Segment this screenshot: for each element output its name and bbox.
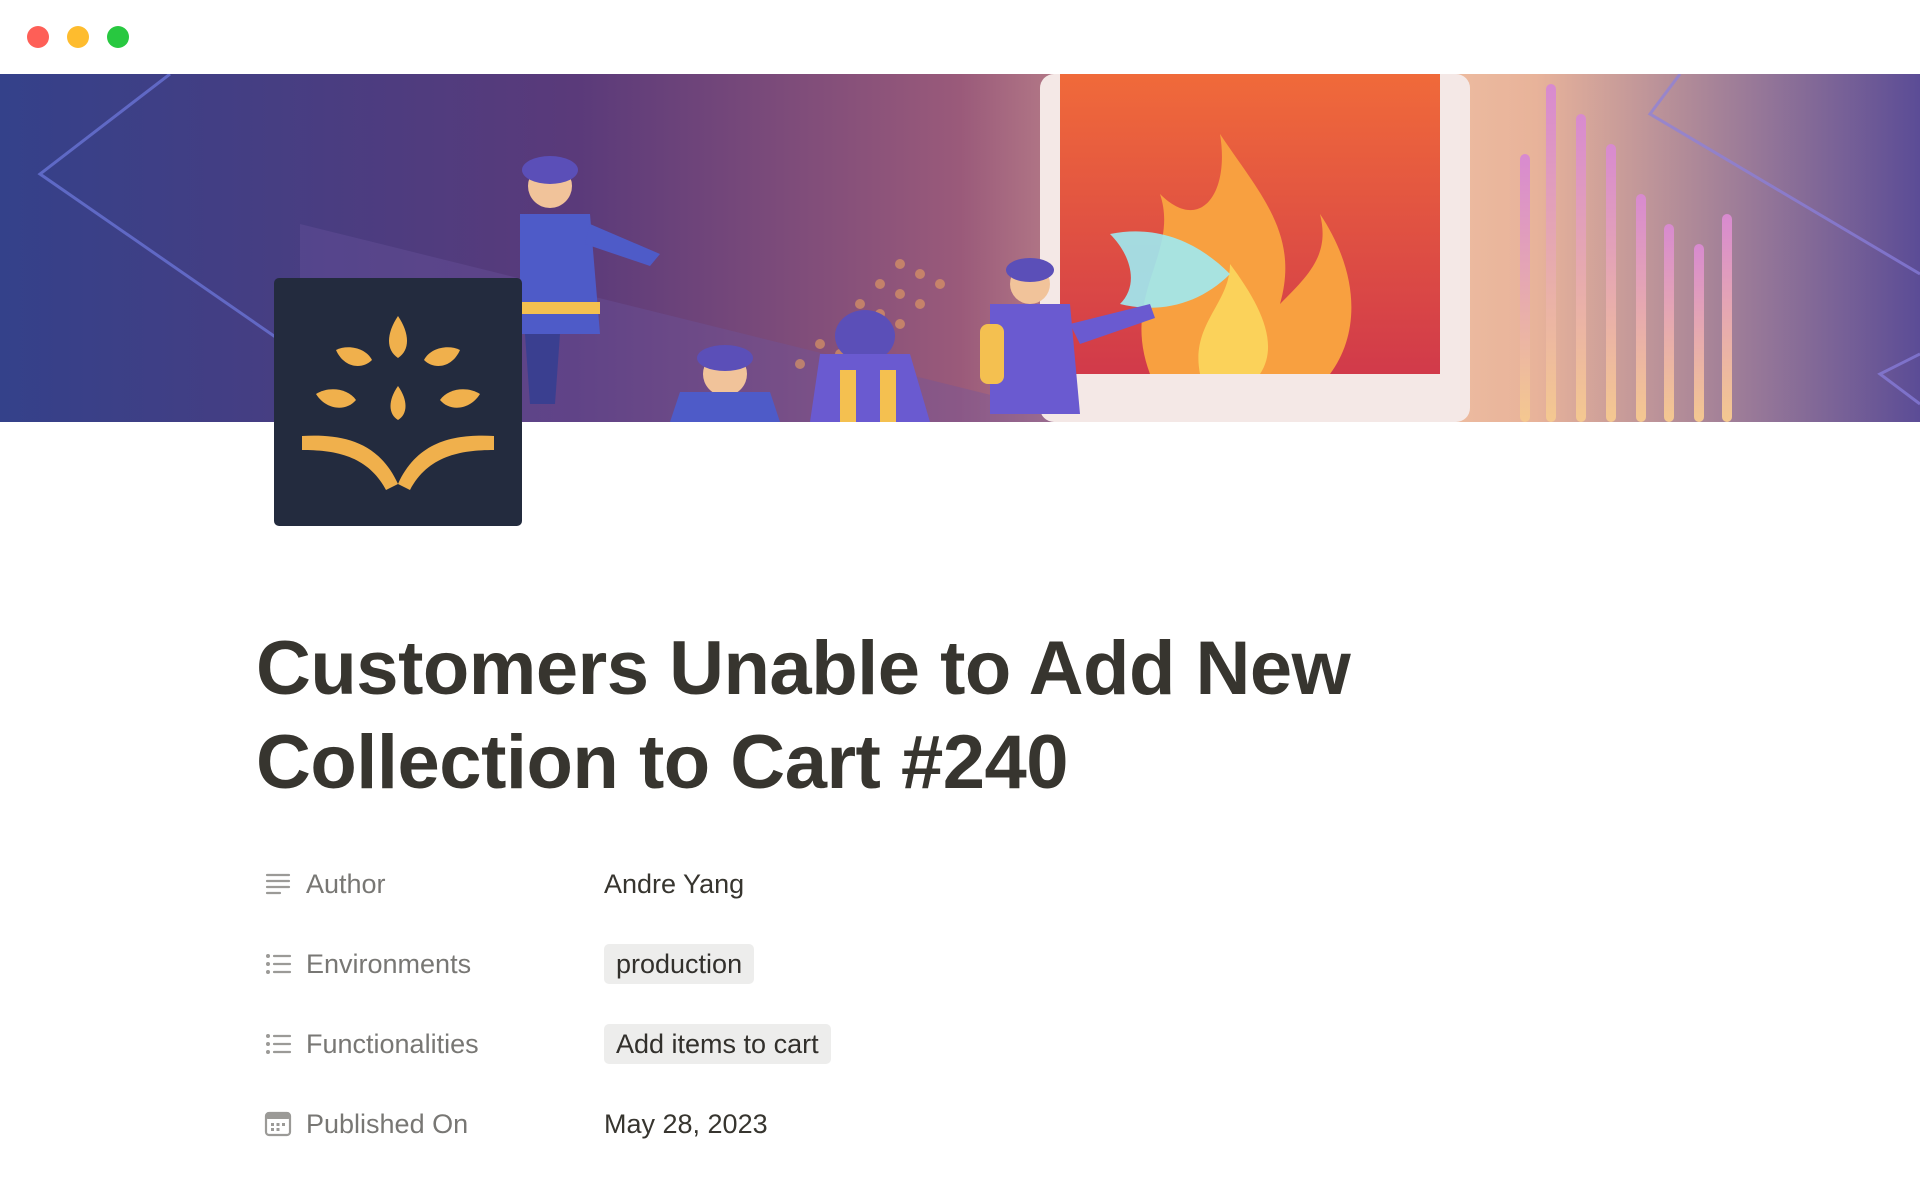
bulleted-list-icon xyxy=(262,948,294,980)
property-row-functionalities: Functionalities Add items to cart xyxy=(262,1012,1462,1092)
property-label: Environments xyxy=(306,948,472,979)
tag-production[interactable]: production xyxy=(604,944,755,984)
text-lines-icon xyxy=(262,868,294,900)
property-label: Author xyxy=(306,868,386,899)
property-name-author[interactable]: Author xyxy=(262,852,582,916)
page-title[interactable]: Customers Unable to Add New Collection t… xyxy=(256,622,1456,810)
property-value-environments[interactable]: production xyxy=(604,932,755,996)
property-name-environments[interactable]: Environments xyxy=(262,932,582,996)
minimize-window-button[interactable] xyxy=(67,26,89,48)
properties-list: Author Andre Yang Environments productio… xyxy=(262,852,1462,1172)
bulleted-list-icon xyxy=(262,1028,294,1060)
property-label: Functionalities xyxy=(306,1028,479,1059)
tag-add-items-to-cart[interactable]: Add items to cart xyxy=(604,1024,831,1064)
property-row-environments: Environments production xyxy=(262,932,1462,1012)
page-icon[interactable] xyxy=(274,278,522,526)
property-value-functionalities[interactable]: Add items to cart xyxy=(604,1012,831,1076)
property-value-author[interactable]: Andre Yang xyxy=(604,852,744,916)
property-name-published-on[interactable]: Published On xyxy=(262,1092,582,1156)
title-bar xyxy=(0,0,1920,74)
app-window: Customers Unable to Add New Collection t… xyxy=(0,0,1920,1200)
sprout-book-logo-icon xyxy=(302,316,494,490)
property-row-published-on: Published On May 28, 2023 xyxy=(262,1092,1462,1172)
property-name-functionalities[interactable]: Functionalities xyxy=(262,1012,582,1076)
calendar-icon xyxy=(262,1108,294,1140)
zoom-window-button[interactable] xyxy=(107,26,129,48)
property-label: Published On xyxy=(306,1108,469,1139)
close-window-button[interactable] xyxy=(27,26,49,48)
property-value-published-on[interactable]: May 28, 2023 xyxy=(604,1092,768,1156)
property-row-author: Author Andre Yang xyxy=(262,852,1462,932)
